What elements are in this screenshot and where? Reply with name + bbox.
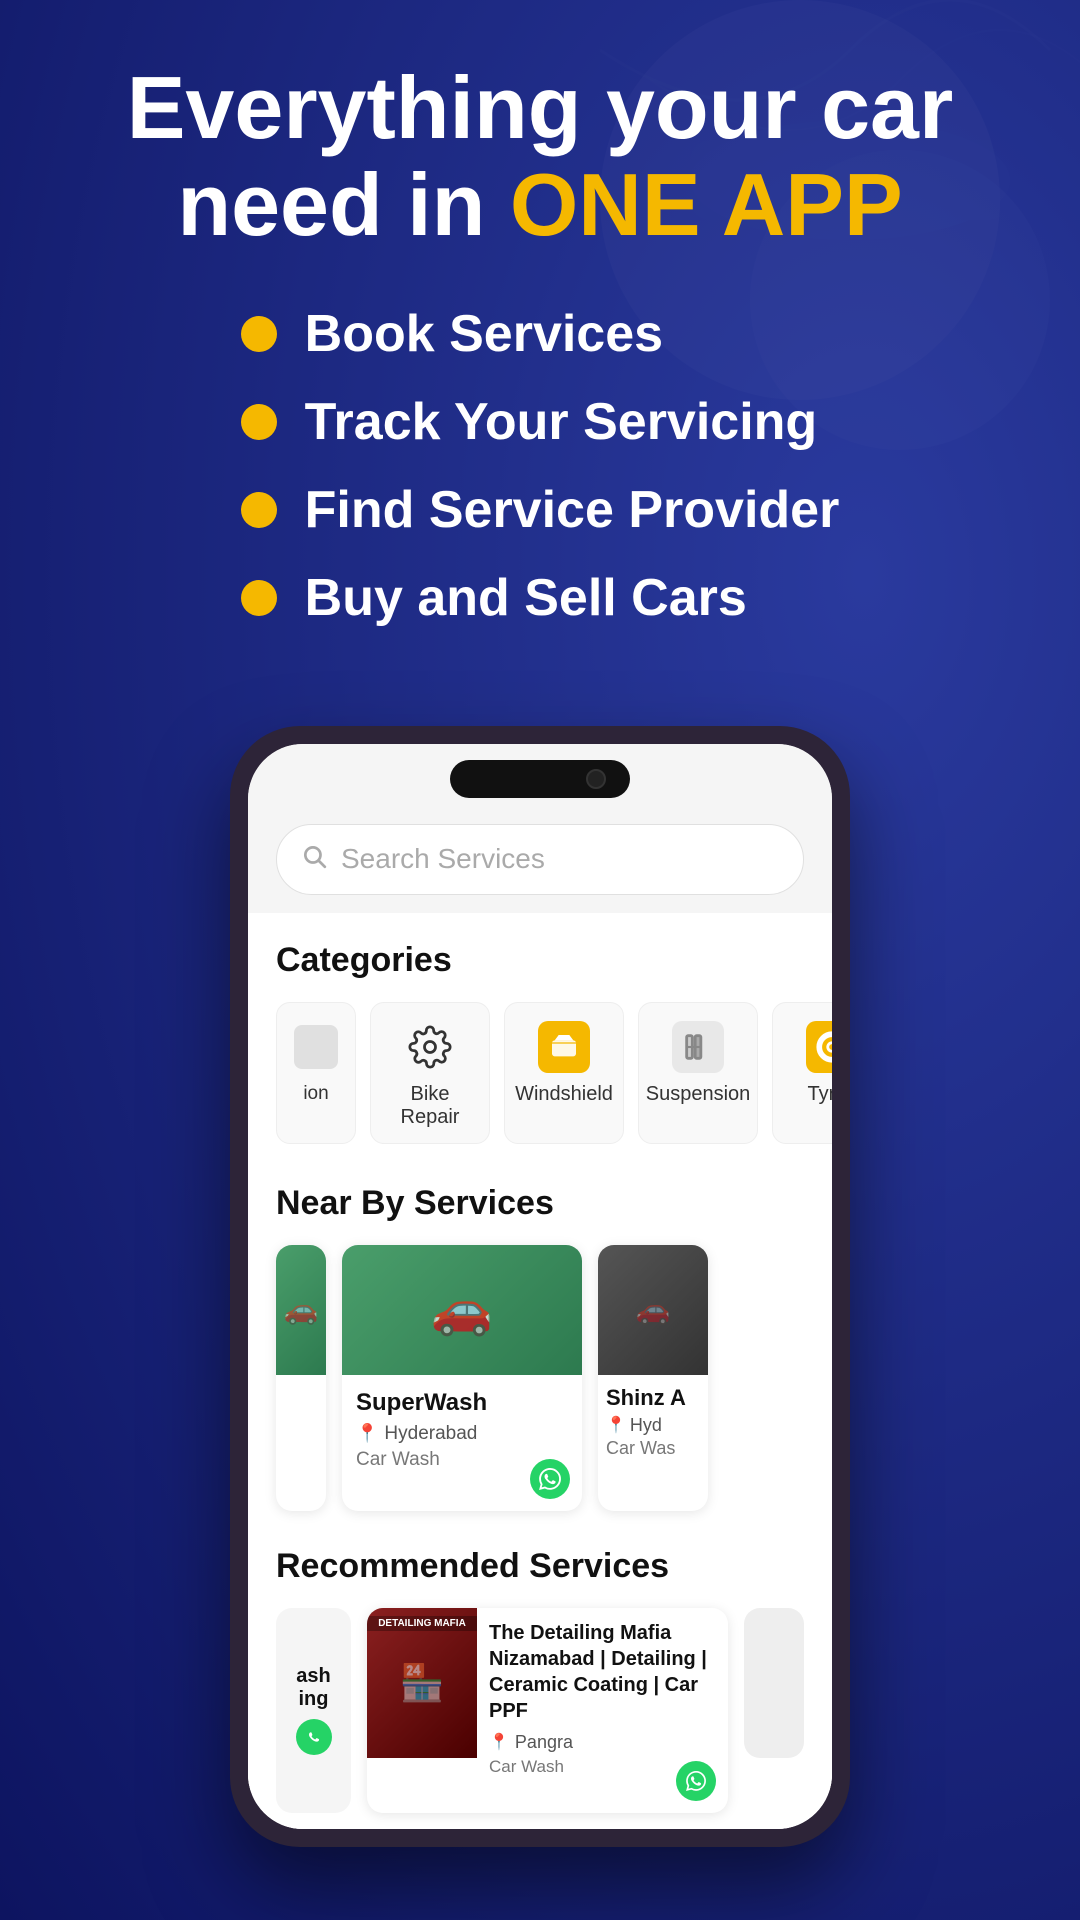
- category-item-windshield[interactable]: Windshield: [504, 1002, 624, 1144]
- feature-item-find: Find Service Provider: [241, 480, 840, 540]
- category-icon-gear: [404, 1021, 456, 1073]
- superwash-location-row: 📍 Hyderabad: [356, 1423, 568, 1445]
- rec-detailing-name: The Detailing Mafia Nizamabad | Detailin…: [489, 1620, 716, 1724]
- category-label-windshield: Windshield: [515, 1083, 613, 1106]
- category-label-bike-repair: Bike Repair: [385, 1083, 475, 1129]
- category-item-bike-repair[interactable]: Bike Repair: [370, 1002, 490, 1144]
- feature-list: Book Services Track Your Servicing Find …: [241, 304, 840, 656]
- categories-scroll: ion Bike Repair: [276, 1002, 804, 1144]
- category-label-suspension: Suspension: [646, 1083, 751, 1106]
- superwash-location: Hyderabad: [384, 1423, 477, 1445]
- rec-card-partial-right: [744, 1608, 804, 1758]
- bullet-dot-buy: [241, 580, 277, 616]
- superwash-image: 🚗: [342, 1245, 582, 1375]
- main-content: Everything your car need in ONE APP Book…: [0, 0, 1080, 1847]
- whatsapp-partial-icon: [296, 1719, 332, 1755]
- nearby-section: Near By Services 🚗: [248, 1164, 832, 1531]
- category-icon-suspension: [672, 1021, 724, 1073]
- feature-text-book: Book Services: [305, 304, 663, 364]
- search-section: Search Services: [248, 806, 832, 913]
- shinz-type: Car Was: [606, 1438, 700, 1459]
- category-icon-partial: [290, 1021, 342, 1073]
- feature-item-buy: Buy and Sell Cars: [241, 568, 840, 628]
- shinz-location: Hyd: [630, 1415, 662, 1436]
- category-icon-tyre: [806, 1021, 832, 1073]
- category-label-partial: ion: [303, 1083, 328, 1105]
- whatsapp-button-superwash[interactable]: [530, 1459, 570, 1499]
- feature-text-track: Track Your Servicing: [305, 392, 818, 452]
- recommended-section: Recommended Services ashing: [248, 1531, 832, 1829]
- feature-item-track: Track Your Servicing: [241, 392, 840, 452]
- shop-img-icon: 🏪: [400, 1662, 445, 1704]
- car-silhouette-icon: 🚗: [431, 1280, 493, 1339]
- feature-item-book: Book Services: [241, 304, 840, 364]
- rec-shop-label: DETAILING MAFIA: [367, 1616, 477, 1631]
- nearby-card-partial-left[interactable]: 🚗: [276, 1245, 326, 1511]
- rec-card-partial-left[interactable]: ashing: [276, 1608, 351, 1813]
- phone-screen: Search Services Categories i: [248, 744, 832, 1829]
- phone-mockup: Search Services Categories i: [230, 726, 850, 1847]
- whatsapp-button-detailing[interactable]: [676, 1761, 716, 1801]
- category-label-tyres: Tyres: [808, 1083, 832, 1106]
- category-item-partial[interactable]: ion: [276, 1002, 356, 1144]
- recommended-title: Recommended Services: [276, 1547, 804, 1586]
- app-content: Search Services Categories i: [248, 806, 832, 1829]
- phone-container: Search Services Categories i: [0, 726, 1080, 1847]
- hero-title-line2: need in: [177, 155, 510, 254]
- hero-title-highlight: ONE APP: [510, 155, 903, 254]
- search-icon: [301, 843, 327, 876]
- rec-partial-text: ashing: [296, 1665, 330, 1711]
- nearby-title: Near By Services: [276, 1184, 804, 1223]
- categories-section: Categories ion: [248, 913, 832, 1164]
- shinz-name: Shinz A: [606, 1385, 700, 1411]
- feature-text-find: Find Service Provider: [305, 480, 840, 540]
- bullet-dot-track: [241, 404, 277, 440]
- hero-title-line1: Everything your car: [127, 58, 954, 157]
- bullet-dot-find: [241, 492, 277, 528]
- nearby-card-superwash[interactable]: 🚗 SuperWash 📍 Hyderabad Car Wash: [342, 1245, 582, 1511]
- rec-card-detailing-image: DETAILING MAFIA 🏪: [367, 1608, 477, 1758]
- hero-title: Everything your car need in ONE APP: [127, 60, 954, 254]
- rec-detailing-location-row: 📍 Pangra: [489, 1732, 716, 1753]
- rec-location-pin-icon: 📍: [489, 1732, 509, 1752]
- rec-card-detailing-mafia[interactable]: DETAILING MAFIA 🏪 The Detailing Mafia Ni…: [367, 1608, 728, 1813]
- phone-notch: [450, 760, 630, 798]
- phone-notch-bar: [248, 744, 832, 806]
- category-icon-windshield: [538, 1021, 590, 1073]
- hero-section: Everything your car need in ONE APP Book…: [67, 60, 1014, 656]
- superwash-name: SuperWash: [356, 1389, 568, 1417]
- category-item-suspension[interactable]: Suspension: [638, 1002, 758, 1144]
- recommended-cards-scroll: ashing DETAILING MAFIA: [276, 1608, 804, 1813]
- search-placeholder: Search Services: [341, 843, 545, 875]
- location-pin-icon: 📍: [356, 1423, 378, 1444]
- nearby-cards-scroll: 🚗 🚗 SuperWash: [276, 1245, 804, 1511]
- category-item-tyres[interactable]: Tyres: [772, 1002, 832, 1144]
- bullet-dot-book: [241, 316, 277, 352]
- categories-title: Categories: [276, 941, 804, 980]
- feature-text-buy: Buy and Sell Cars: [305, 568, 747, 628]
- rec-detailing-location: Pangra: [515, 1732, 573, 1753]
- nearby-card-shinz[interactable]: 🚗 Shinz A 📍 Hyd Car Was: [598, 1245, 708, 1511]
- search-bar[interactable]: Search Services: [276, 824, 804, 895]
